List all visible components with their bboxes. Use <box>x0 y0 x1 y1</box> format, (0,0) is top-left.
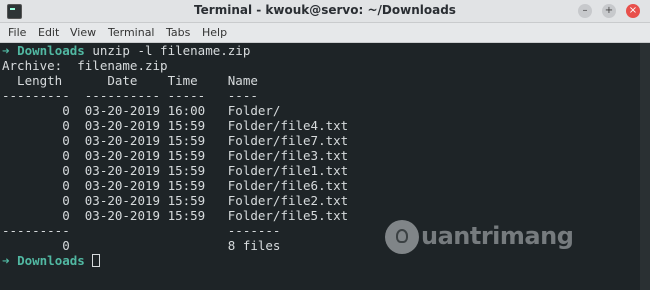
terminal-window: Terminal - kwouk@servo: ~/Downloads – + … <box>0 0 650 290</box>
minimize-icon: – <box>582 5 588 16</box>
listing-row: 0 03-20-2019 15:59 Folder/file1.txt <box>2 163 349 178</box>
prompt-arrow-icon: ➜ <box>2 43 10 58</box>
listing-row: 0 03-20-2019 15:59 Folder/file7.txt <box>2 133 349 148</box>
minimize-button[interactable]: – <box>578 4 592 18</box>
listing-row: 0 03-20-2019 16:00 Folder/ <box>2 103 281 118</box>
menu-help[interactable]: Help <box>202 26 227 39</box>
listing-row: 0 03-20-2019 15:59 Folder/file3.txt <box>2 148 349 163</box>
text-cursor <box>92 254 101 267</box>
menu-edit[interactable]: Edit <box>38 26 59 39</box>
title-bar[interactable]: Terminal - kwouk@servo: ~/Downloads – + … <box>0 0 650 23</box>
prompt-directory: Downloads <box>17 253 85 268</box>
command-line: ➜ Downloads unzip -l filename.zip <box>2 43 250 58</box>
prompt-line: ➜ Downloads <box>2 253 101 268</box>
window-title: Terminal - kwouk@servo: ~/Downloads <box>194 3 456 17</box>
menu-bar: File Edit View Terminal Tabs Help <box>0 23 650 43</box>
prompt-arrow-icon: ➜ <box>2 253 10 268</box>
menu-tabs[interactable]: Tabs <box>166 26 190 39</box>
listing-row: 0 03-20-2019 15:59 Folder/file5.txt <box>2 208 349 223</box>
command-text: unzip -l filename.zip <box>84 43 251 58</box>
footer-total: 0 8 files <box>2 238 281 253</box>
watermark-logo: uantrimang <box>385 216 605 262</box>
lightbulb-icon <box>385 220 419 254</box>
listing-row: 0 03-20-2019 15:59 Folder/file6.txt <box>2 178 349 193</box>
close-button[interactable]: × <box>626 4 640 18</box>
watermark-text: uantrimang <box>421 222 574 250</box>
menu-terminal[interactable]: Terminal <box>108 26 155 39</box>
maximize-icon: + <box>604 5 614 16</box>
menu-file[interactable]: File <box>8 26 26 39</box>
listing-row: 0 03-20-2019 15:59 Folder/file2.txt <box>2 193 349 208</box>
menu-view[interactable]: View <box>70 26 96 39</box>
archive-line: Archive: filename.zip <box>2 58 168 73</box>
listing-row: 0 03-20-2019 15:59 Folder/file4.txt <box>2 118 349 133</box>
listing-header: Length Date Time Name <box>2 73 258 88</box>
close-icon: × <box>628 5 638 16</box>
listing-separator: --------- ---------- ----- ---- <box>2 88 258 103</box>
prompt-directory: Downloads <box>17 43 85 58</box>
maximize-button[interactable]: + <box>602 4 616 18</box>
footer-separator: --------- ------- <box>2 223 281 238</box>
scrollbar[interactable] <box>640 43 650 290</box>
